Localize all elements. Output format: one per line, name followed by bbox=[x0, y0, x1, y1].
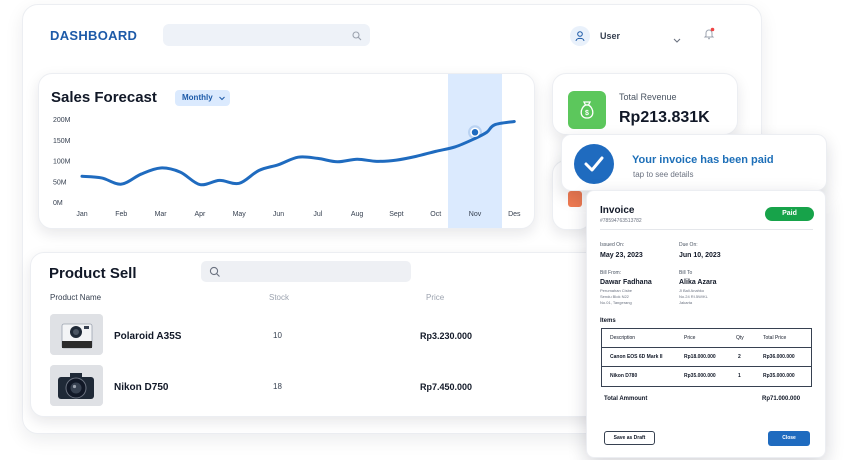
period-label: Monthly bbox=[182, 93, 213, 102]
item-price: Rp18.000.000 bbox=[684, 354, 716, 360]
column-header-stock: Stock bbox=[269, 293, 290, 302]
item-description: Canon EOS 6D Mark II bbox=[610, 354, 663, 360]
x-tick-label: Aug bbox=[351, 211, 364, 218]
close-button[interactable]: Close bbox=[768, 431, 810, 446]
table-header: Qty bbox=[736, 335, 744, 341]
table-header: Description bbox=[610, 335, 636, 341]
product-price: Rp3.230.000 bbox=[420, 331, 473, 341]
sales-title: Sales Forecast bbox=[51, 89, 157, 106]
table-row: Nikon D780 Rp35.000.000 1 Rp35.000.000 bbox=[602, 367, 811, 386]
product-sell-card: Product Sell Product Name Stock Price Po… bbox=[30, 252, 605, 417]
table-row: Canon EOS 6D Mark II Rp18.000.000 2 Rp36… bbox=[602, 348, 811, 367]
y-tick-label: 100M bbox=[53, 159, 71, 166]
item-total: Rp35.000.000 bbox=[763, 373, 795, 379]
y-tick-label: 150M bbox=[53, 138, 71, 145]
y-tick-label: 50M bbox=[53, 179, 67, 186]
bell-icon[interactable] bbox=[703, 27, 715, 45]
bill-to-name: Alika Azara bbox=[679, 279, 717, 286]
bill-from-address: Perumahan Cisbe Sendu Blok N22 No.01, Ta… bbox=[600, 288, 660, 306]
total-value: Rp71.000.000 bbox=[762, 396, 801, 402]
x-tick-label: May bbox=[233, 211, 247, 218]
table-header: Total Price bbox=[763, 335, 787, 341]
invoice-title: Invoice bbox=[600, 205, 635, 216]
bill-from-label: Bill From: bbox=[600, 270, 622, 276]
table-header: Price bbox=[684, 335, 696, 341]
x-tick-label: Jul bbox=[313, 211, 322, 218]
instant-camera-image bbox=[50, 314, 103, 355]
highlight-band bbox=[448, 74, 502, 228]
issued-label: Issued On: bbox=[600, 242, 625, 248]
items-table: Description Price Qty Total Price Canon … bbox=[601, 328, 812, 387]
bill-to-label: Bill To bbox=[679, 270, 693, 276]
x-tick-label: Jun bbox=[273, 211, 284, 218]
money-bag-icon: $ bbox=[568, 91, 606, 129]
revenue-value: Rp213.831K bbox=[619, 109, 710, 126]
due-label: Due On: bbox=[679, 242, 698, 248]
search-input[interactable] bbox=[163, 24, 370, 46]
sales-forecast-card: 0M 50M 100M 150M 200M Jan Feb Mar Apr May Jun Jul Au… bbox=[38, 73, 535, 229]
product-search-input[interactable] bbox=[201, 261, 411, 282]
status-badge: Paid bbox=[765, 207, 814, 221]
x-tick-label: Mar bbox=[155, 211, 168, 218]
x-tick-label: Sept bbox=[389, 211, 403, 218]
dslr-camera-image bbox=[50, 365, 103, 406]
bill-from-name: Dawar Fadhana bbox=[600, 279, 652, 286]
divider bbox=[600, 229, 813, 230]
user-menu[interactable]: User bbox=[570, 26, 620, 46]
product-stock: 10 bbox=[273, 331, 282, 340]
item-total: Rp36.000.000 bbox=[763, 354, 795, 360]
product-name: Polaroid A35S bbox=[114, 331, 182, 342]
column-header-product: Product Name bbox=[50, 293, 102, 302]
x-tick-label: Jan bbox=[76, 211, 87, 218]
issued-date: May 23, 2023 bbox=[600, 252, 643, 259]
search-icon bbox=[209, 265, 221, 283]
x-tick-label: Nov bbox=[469, 211, 482, 218]
product-stock: 18 bbox=[273, 382, 282, 391]
search-icon bbox=[352, 28, 362, 46]
payment-notification[interactable]: Your invoice has been paid tap to see de… bbox=[561, 134, 827, 191]
revenue-label: Total Revenue bbox=[619, 92, 677, 102]
card-accent bbox=[568, 191, 582, 207]
svg-text:$: $ bbox=[585, 110, 589, 117]
total-label: Total Ammount bbox=[604, 396, 648, 402]
address-line: No.01, Tangerang bbox=[600, 300, 632, 305]
items-label: Items bbox=[600, 318, 616, 324]
due-date: Jun 10, 2023 bbox=[679, 252, 721, 259]
save-draft-button[interactable]: Save as Draft bbox=[604, 431, 655, 445]
period-dropdown[interactable]: Monthly bbox=[175, 90, 230, 106]
y-tick-label: 200M bbox=[53, 117, 71, 124]
table-header-row: Description Price Qty Total Price bbox=[602, 329, 811, 348]
x-tick-label: Des bbox=[508, 211, 521, 218]
item-qty: 2 bbox=[738, 354, 741, 360]
check-icon bbox=[574, 144, 614, 184]
chevron-down-icon bbox=[219, 94, 225, 103]
address-line: Jakarta bbox=[679, 300, 693, 305]
item-description: Nikon D780 bbox=[610, 373, 638, 379]
y-tick-label: 0M bbox=[53, 200, 63, 207]
brand-title: DASHBOARD bbox=[50, 28, 138, 43]
item-price: Rp35.000.000 bbox=[684, 373, 716, 379]
product-sell-title: Product Sell bbox=[49, 265, 137, 282]
user-icon bbox=[570, 26, 590, 46]
x-tick-label: Feb bbox=[115, 211, 127, 218]
total-revenue-card[interactable]: $ Total Revenue Rp213.831K bbox=[552, 73, 738, 135]
product-name: Nikon D750 bbox=[114, 382, 169, 393]
notification-title: Your invoice has been paid bbox=[632, 154, 774, 166]
x-tick-label: Oct bbox=[430, 211, 441, 218]
notification-subtitle: tap to see details bbox=[633, 170, 694, 179]
item-qty: 1 bbox=[738, 373, 741, 379]
invoice-card: Invoice #78594763513782 Paid Issued On: … bbox=[586, 190, 826, 458]
highlight-point bbox=[470, 127, 480, 138]
user-name: User bbox=[600, 31, 621, 41]
invoice-number: #78594763513782 bbox=[600, 218, 642, 224]
x-tick-label: Apr bbox=[194, 211, 206, 218]
product-price: Rp7.450.000 bbox=[420, 382, 473, 392]
chevron-down-icon[interactable] bbox=[673, 31, 681, 49]
column-header-price: Price bbox=[426, 293, 445, 302]
bill-to-address: Jl Bali Anahko No.24 RI.5W/KL Jakarta bbox=[679, 288, 739, 306]
